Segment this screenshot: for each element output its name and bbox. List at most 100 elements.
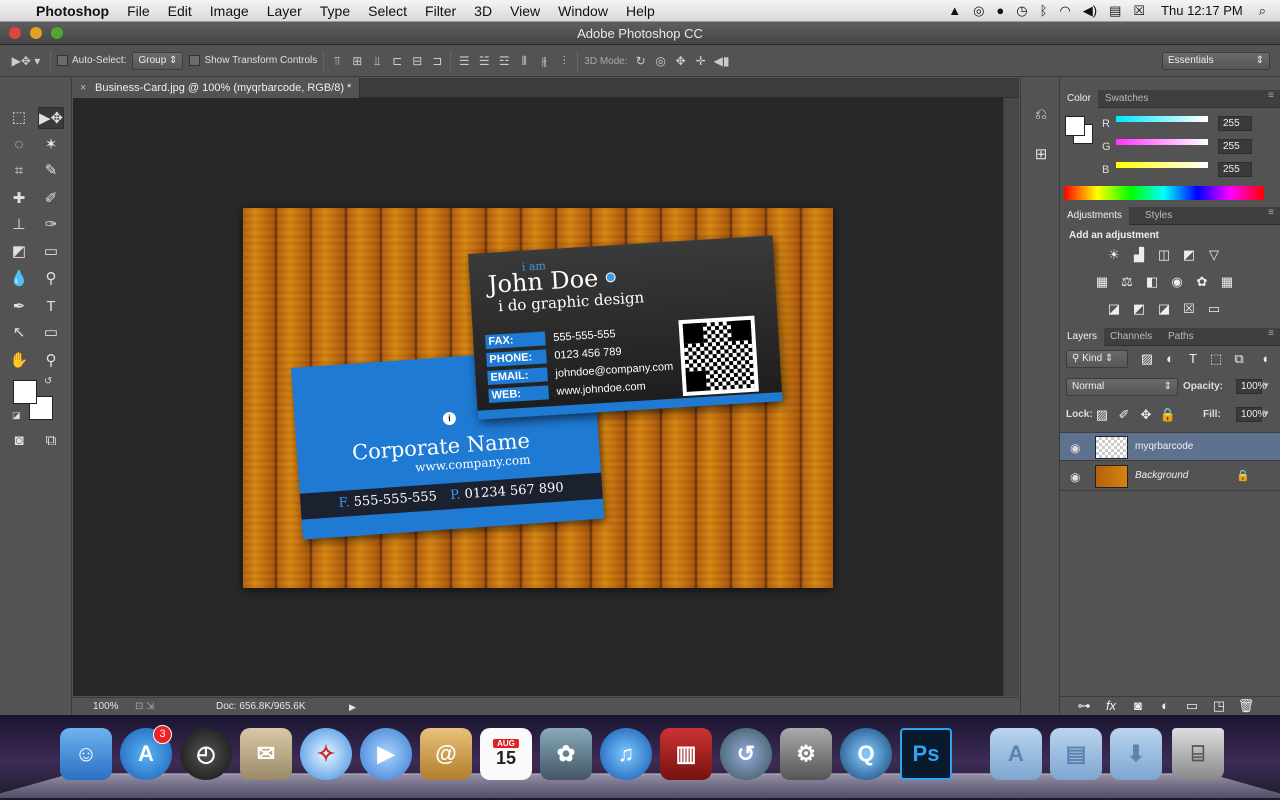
distribute-vcenter-icon[interactable]: ☱ xyxy=(477,54,491,68)
lock-all-icon[interactable]: 🔒 xyxy=(1159,408,1177,422)
filter-toggle-icon[interactable]: ◖ xyxy=(1256,352,1274,366)
photo-booth-curtain-icon[interactable]: ▥ xyxy=(660,728,712,780)
threshold-icon[interactable]: ◪ xyxy=(1155,302,1173,316)
rectangle-tool-icon[interactable]: ▭ xyxy=(38,322,64,344)
lasso-tool-icon[interactable]: ◌ xyxy=(6,134,32,156)
blend-mode-dropdown[interactable]: Normal ⇕ xyxy=(1066,378,1178,396)
distribute-top-icon[interactable]: ☰ xyxy=(457,54,471,68)
layer-row-background[interactable]: ◉ Background 🔒 xyxy=(1060,462,1280,491)
close-tab-icon[interactable]: × xyxy=(80,78,86,98)
filter-type-icon[interactable]: T xyxy=(1184,352,1202,366)
address-book-icon[interactable]: @ xyxy=(420,728,472,780)
mail-stamp-icon[interactable]: ✉ xyxy=(240,728,292,780)
dodge-tool-icon[interactable]: ⚲ xyxy=(38,268,64,290)
color-fg-swatch[interactable] xyxy=(1065,116,1085,136)
hue-saturation-icon[interactable]: ▦ xyxy=(1093,275,1111,289)
filter-adjustment-icon[interactable]: ◐ xyxy=(1161,352,1179,366)
move-tool-icon[interactable]: ▶✥ xyxy=(38,107,64,129)
clone-stamp-tool-icon[interactable]: ⊥ xyxy=(6,214,32,236)
move-tool-preset-icon[interactable]: ▶✥ ▾ xyxy=(8,54,44,68)
menu-image[interactable]: Image xyxy=(201,0,258,22)
black-white-icon[interactable]: ◧ xyxy=(1143,275,1161,289)
vibrance-icon[interactable]: ▽ xyxy=(1205,248,1223,262)
battery-icon[interactable]: ☒ xyxy=(1127,0,1151,22)
history-brush-tool-icon[interactable]: ✑ xyxy=(38,214,64,236)
exposure-icon[interactable]: ◩ xyxy=(1180,248,1198,262)
kind-filter-dropdown[interactable]: ⚲ Kind ⇕ xyxy=(1066,350,1128,368)
layer-name[interactable]: myqrbarcode xyxy=(1135,441,1193,452)
delete-layer-icon[interactable]: 🗑 xyxy=(1237,699,1255,713)
layer-visibility-eye-icon[interactable]: ◉ xyxy=(1070,470,1080,484)
invert-icon[interactable]: ◪ xyxy=(1105,302,1123,316)
type-tool-icon[interactable]: T xyxy=(38,296,64,318)
add-mask-icon[interactable]: ◙ xyxy=(1129,699,1147,713)
new-layer-icon[interactable]: ◳ xyxy=(1210,699,1228,713)
color-lookup-icon[interactable]: ▦ xyxy=(1218,275,1236,289)
menu-file[interactable]: File xyxy=(118,0,159,22)
menu-3d[interactable]: 3D xyxy=(465,0,501,22)
zoom-level[interactable]: 100% xyxy=(93,698,119,716)
color-balance-icon[interactable]: ⚖ xyxy=(1118,275,1136,289)
history-panel-icon[interactable]: ⎌ xyxy=(1028,104,1054,126)
channel-r-slider[interactable] xyxy=(1116,116,1208,122)
distribute-bottom-icon[interactable]: ☲ xyxy=(497,54,511,68)
distribute-right-icon[interactable]: ⫶ xyxy=(557,54,571,68)
menu-view[interactable]: View xyxy=(501,0,549,22)
zoom-tool-icon[interactable]: ⚲ xyxy=(38,350,64,372)
system-preferences-icon[interactable]: ⚙ xyxy=(780,728,832,780)
menu-filter[interactable]: Filter xyxy=(416,0,465,22)
curves-icon[interactable]: ◫ xyxy=(1155,248,1173,262)
distribute-left-icon[interactable]: ⫴ xyxy=(517,54,531,68)
align-bottom-icon[interactable]: ⫫ xyxy=(370,54,384,68)
swap-colors-icon[interactable]: ↺ xyxy=(44,376,52,387)
layer-style-fx-icon[interactable]: fx xyxy=(1102,699,1120,713)
opacity-arrow-icon[interactable]: ▾ xyxy=(1264,380,1269,391)
quick-mask-icon[interactable]: ◙ xyxy=(6,430,32,452)
properties-panel-icon[interactable]: ⊞ xyxy=(1028,144,1054,166)
applications-folder-icon[interactable]: A xyxy=(990,728,1042,780)
tab-swatches[interactable]: Swatches xyxy=(1098,90,1155,108)
fill-arrow-icon[interactable]: ▾ xyxy=(1264,408,1269,419)
channel-r-value[interactable]: 255 xyxy=(1218,116,1252,131)
menu-window[interactable]: Window xyxy=(549,0,617,22)
dashboard-icon[interactable]: ◴ xyxy=(180,728,232,780)
facetime-icon[interactable]: ▶ xyxy=(360,728,412,780)
photoshop-icon[interactable]: Ps xyxy=(900,728,952,780)
workspace-dropdown[interactable]: Essentials ⇕ xyxy=(1162,52,1270,70)
align-right-icon[interactable]: ⊐ xyxy=(430,54,444,68)
time-machine-icon[interactable]: ◷ xyxy=(1010,0,1033,22)
gradient-tool-icon[interactable]: ▭ xyxy=(38,241,64,263)
lock-position-icon[interactable]: ✥ xyxy=(1137,408,1155,422)
foreground-color-swatch[interactable] xyxy=(13,380,37,404)
quicktime-icon[interactable]: Q xyxy=(840,728,892,780)
channel-mixer-icon[interactable]: ✿ xyxy=(1193,275,1211,289)
spotlight-search-icon[interactable]: ⌕ xyxy=(1253,0,1280,22)
lock-transparent-icon[interactable]: ▨ xyxy=(1093,408,1111,422)
align-top-icon[interactable]: ⫪ xyxy=(330,54,344,68)
tab-channels[interactable]: Channels xyxy=(1103,328,1159,346)
selective-color-icon[interactable]: ☒ xyxy=(1180,302,1198,316)
wifi-icon[interactable]: ◠ xyxy=(1053,0,1076,22)
pen-tool-icon[interactable]: ✒ xyxy=(6,296,32,318)
adobe-status-icon[interactable]: ▲ xyxy=(942,0,967,22)
filter-smart-object-icon[interactable]: ⧉ xyxy=(1230,352,1248,366)
documents-folder-icon[interactable]: ▤ xyxy=(1050,728,1102,780)
posterize-icon[interactable]: ◩ xyxy=(1130,302,1148,316)
menu-select[interactable]: Select xyxy=(359,0,416,22)
menu-type[interactable]: Type xyxy=(311,0,359,22)
healing-brush-tool-icon[interactable]: ✚ xyxy=(6,188,32,210)
channel-g-slider[interactable] xyxy=(1116,139,1208,145)
channel-g-value[interactable]: 255 xyxy=(1218,139,1252,154)
safari-icon[interactable]: ✧ xyxy=(300,728,352,780)
headphones-icon[interactable]: ◎ xyxy=(967,0,990,22)
align-vcenter-icon[interactable]: ⊞ xyxy=(350,54,364,68)
menu-help[interactable]: Help xyxy=(617,0,664,22)
eyedropper-tool-icon[interactable]: ✎ xyxy=(38,160,64,182)
blur-tool-icon[interactable]: 💧 xyxy=(6,268,32,290)
itunes-icon[interactable]: ♫ xyxy=(600,728,652,780)
status-app-icon[interactable]: ● xyxy=(990,0,1010,22)
levels-icon[interactable]: ▟ xyxy=(1130,248,1148,262)
photo-filter-icon[interactable]: ◉ xyxy=(1168,275,1186,289)
layer-visibility-eye-icon[interactable]: ◉ xyxy=(1070,441,1080,455)
crop-tool-icon[interactable]: ⌗ xyxy=(6,160,32,182)
